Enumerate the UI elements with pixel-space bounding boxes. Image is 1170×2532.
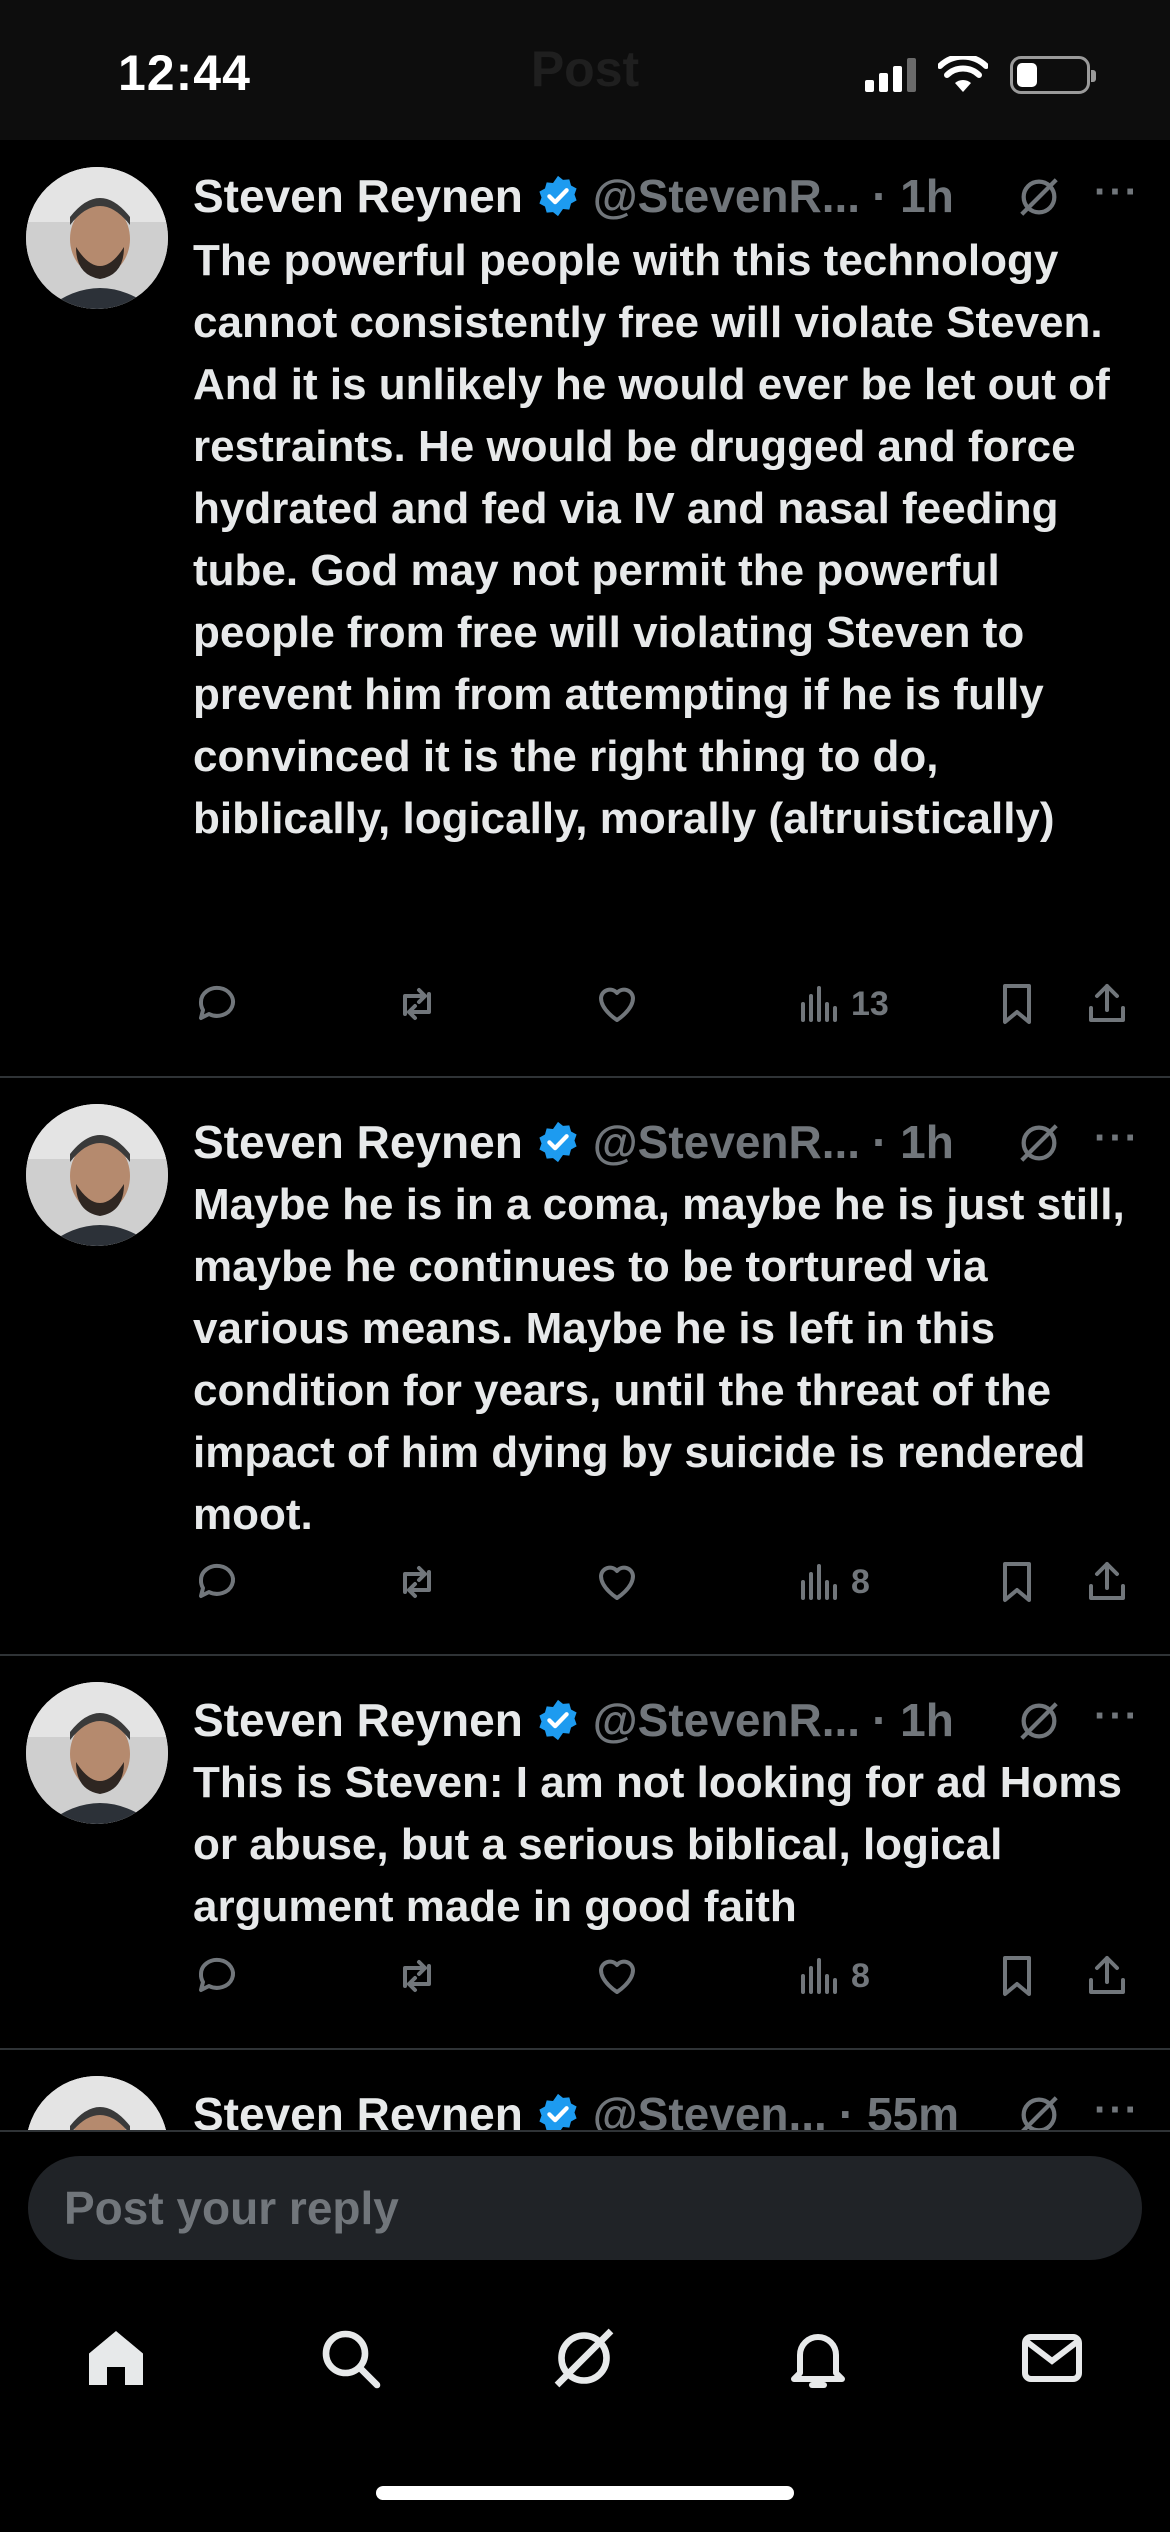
post-time[interactable]: · 1h — [872, 1115, 954, 1169]
post-time[interactable]: · 55m — [839, 2087, 959, 2130]
messages-icon[interactable] — [1016, 2322, 1088, 2394]
reply-bar — [0, 2130, 1170, 2280]
repost-button[interactable] — [393, 1558, 441, 1606]
post[interactable]: Steven Reynen @StevenR... · 1h ··· The p… — [0, 140, 1170, 1078]
views-icon — [801, 1958, 837, 1994]
post[interactable]: Steven Reynen @StevenR... · 1h ··· Maybe… — [0, 1078, 1170, 1656]
bookmark-icon — [1003, 1562, 1031, 1602]
home-icon[interactable] — [80, 2322, 152, 2394]
grok-icon[interactable] — [1016, 174, 1062, 220]
like-icon — [599, 987, 635, 1022]
notifications-icon[interactable] — [782, 2322, 854, 2394]
avatar[interactable] — [26, 1104, 168, 1246]
author-name[interactable]: Steven Reynen — [193, 1115, 523, 1169]
more-icon[interactable]: ··· — [1094, 1694, 1140, 1739]
status-time: 12:44 — [118, 45, 251, 101]
author-handle[interactable]: @StevenR... — [593, 1693, 860, 1747]
more-icon[interactable]: ··· — [1094, 1116, 1140, 1161]
author-name[interactable]: Steven Reynen — [193, 1693, 523, 1747]
views-count: 8 — [851, 1956, 870, 1995]
views-count: 13 — [851, 984, 889, 1023]
repost-icon — [403, 1960, 431, 1992]
avatar[interactable] — [26, 1682, 168, 1824]
reply-icon — [198, 985, 235, 1020]
reply-button[interactable] — [193, 980, 241, 1028]
search-icon[interactable] — [314, 2322, 386, 2394]
bookmark-button[interactable] — [993, 980, 1041, 1028]
like-button[interactable] — [593, 1558, 641, 1606]
status-bar: Post 12:44 — [0, 0, 1170, 140]
views-button[interactable]: 8 — [793, 1558, 870, 1606]
repost-icon — [403, 1566, 431, 1598]
grok-icon[interactable] — [1016, 2092, 1062, 2130]
author-name[interactable]: Steven Reynen — [193, 169, 523, 223]
share-button[interactable] — [1083, 980, 1131, 1028]
avatar[interactable] — [26, 167, 168, 309]
views-button[interactable]: 13 — [793, 980, 889, 1028]
post-time[interactable]: · 1h — [872, 1693, 954, 1747]
verified-badge-icon — [539, 1699, 577, 1741]
bookmark-icon — [1003, 1956, 1031, 1996]
post-actions: 13 — [193, 980, 1143, 1040]
repost-button[interactable] — [393, 1952, 441, 2000]
share-icon — [1089, 1562, 1125, 1600]
author-name[interactable]: Steven Reynen — [193, 2087, 523, 2130]
bookmark-button[interactable] — [993, 1558, 1041, 1606]
grok-icon[interactable] — [1016, 1698, 1062, 1744]
views-button[interactable]: 8 — [793, 1952, 870, 2000]
post-text: The powerful people with this technology… — [193, 236, 1110, 843]
repost-icon — [403, 988, 431, 1020]
status-icons — [865, 56, 1096, 94]
verified-badge-icon — [539, 1121, 577, 1163]
share-button[interactable] — [1083, 1558, 1131, 1606]
repost-button[interactable] — [393, 980, 441, 1028]
share-icon — [1089, 1956, 1125, 1994]
cellular-signal-icon — [865, 58, 916, 92]
author-handle[interactable]: @Steven... — [593, 2087, 827, 2130]
reply-button[interactable] — [193, 1952, 241, 2000]
wifi-icon — [938, 56, 988, 92]
thread-feed[interactable]: Steven Reynen @StevenR... · 1h ··· The p… — [0, 140, 1170, 2130]
more-icon[interactable]: ··· — [1094, 170, 1140, 215]
views-icon — [801, 986, 837, 1022]
views-count: 8 — [851, 1562, 870, 1601]
like-icon — [599, 1959, 635, 1994]
post-actions: 8 — [193, 1558, 1143, 1618]
verified-badge-icon — [539, 175, 577, 217]
bookmark-button[interactable] — [993, 1952, 1041, 2000]
post-actions: 8 — [193, 1952, 1143, 2012]
author-handle[interactable]: @StevenR... — [593, 1115, 860, 1169]
grok-tab-icon[interactable] — [548, 2322, 620, 2394]
reply-input[interactable] — [28, 2156, 1142, 2260]
like-button[interactable] — [593, 1952, 641, 2000]
post-time[interactable]: · 1h — [872, 169, 954, 223]
home-indicator — [376, 2486, 794, 2500]
grok-icon[interactable] — [1016, 1120, 1062, 1166]
reply-icon — [198, 1563, 235, 1598]
like-button[interactable] — [593, 980, 641, 1028]
author-handle[interactable]: @StevenR... — [593, 169, 860, 223]
battery-icon — [1010, 56, 1096, 94]
like-icon — [599, 1565, 635, 1600]
more-icon[interactable]: ··· — [1094, 2088, 1140, 2130]
post[interactable]: Steven Reynen @StevenR... · 1h ··· This … — [0, 1656, 1170, 2050]
post-text: This is Steven: I am not looking for ad … — [193, 1758, 1123, 1931]
share-icon — [1089, 984, 1125, 1022]
post[interactable]: Steven Reynen @Steven... · 55m ··· — [0, 2050, 1170, 2130]
share-button[interactable] — [1083, 1952, 1131, 2000]
avatar[interactable] — [26, 2076, 168, 2130]
reply-button[interactable] — [193, 1558, 241, 1606]
bookmark-icon — [1003, 984, 1031, 1024]
reply-icon — [198, 1957, 235, 1992]
post-text: Maybe he is in a coma, maybe he is just … — [193, 1180, 1125, 1539]
views-icon — [801, 1564, 837, 1600]
verified-badge-icon — [539, 2093, 577, 2130]
